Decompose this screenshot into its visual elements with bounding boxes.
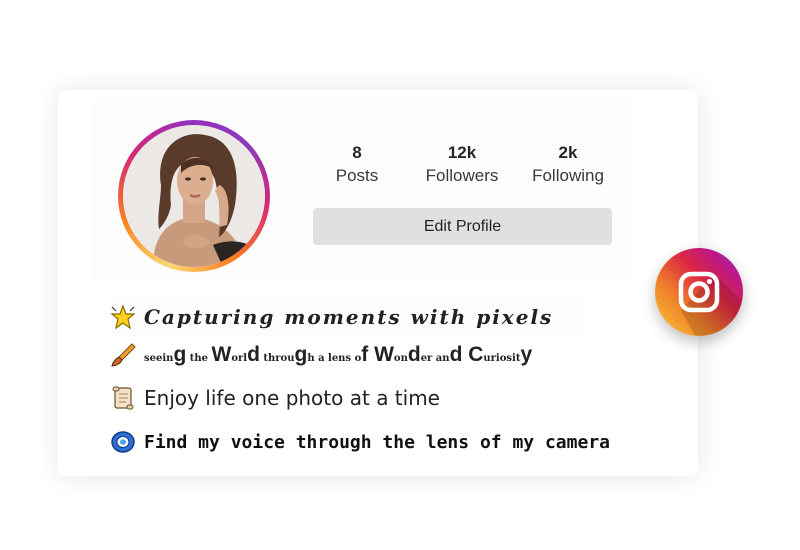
stat-posts[interactable]: 8 Posts [307, 142, 407, 188]
bio-text-2-large-part: W [211, 343, 232, 366]
avatar[interactable] [118, 120, 270, 272]
bio-text-2-large-part: d [247, 343, 260, 366]
following-count: 2k [558, 143, 578, 162]
bio-text-2-small-part: throu [259, 353, 295, 364]
bio-text-2-large-part: y [520, 343, 533, 366]
bio-text-1: Capturing moments with pixels [144, 305, 554, 329]
avatar-photo [123, 125, 265, 267]
instagram-glyph-icon [678, 271, 743, 336]
stat-followers[interactable]: 12k Followers [412, 142, 512, 188]
bio-line-1: Capturing moments with pixels [110, 297, 584, 337]
edit-profile-button[interactable]: Edit Profile [313, 208, 612, 245]
bio-text-2-large-part: f W [361, 343, 394, 366]
followers-count: 12k [447, 143, 477, 162]
bio-text-2-large-part: g [294, 343, 308, 366]
instagram-logo-icon[interactable] [655, 248, 743, 336]
bio-text-2-large-part: g [173, 343, 187, 366]
bio-text-2-small-part: the [186, 353, 212, 364]
bio-text-2-small-part: orl [231, 353, 248, 364]
posts-count: 8 [352, 143, 362, 162]
bio-text-2-small-part: er an [420, 353, 450, 364]
followers-label: Followers [425, 166, 499, 185]
bio-text-2-large-part: d C [449, 343, 484, 366]
bio-line-4: Find my voice through the lens of my cam… [110, 427, 610, 457]
person-portrait-icon [123, 125, 265, 267]
bio-text-2-small-part: uriosit [483, 353, 521, 364]
camera-lens-icon [111, 431, 135, 453]
bio-text-3: Enjoy life one photo at a time [144, 386, 440, 410]
bio-text-2: seeing the World through a lens of Wonde… [144, 343, 532, 367]
posts-label: Posts [335, 166, 379, 185]
bio-line-3: Enjoy life one photo at a time [110, 383, 440, 413]
profile-card: 8 Posts 12k Followers 2k Following Edit … [58, 90, 698, 476]
bio-text-2-small-part: on [393, 353, 408, 364]
scroll-icon [112, 386, 134, 410]
stat-following[interactable]: 2k Following [518, 142, 618, 188]
profile-stats: 8 Posts 12k Followers 2k Following [313, 142, 613, 192]
paintbrush-icon [111, 343, 136, 367]
bio-text-2-large-part: d [407, 343, 421, 366]
bio-line-2: seeing the World through a lens of Wonde… [110, 340, 532, 370]
following-label: Following [532, 166, 604, 185]
glowing-star-icon [110, 304, 136, 330]
bio-text-2-small-part: h a lens o [307, 353, 362, 364]
bio-text-4: Find my voice through the lens of my cam… [144, 431, 610, 453]
bio-text-2-small-part: seein [144, 353, 174, 364]
